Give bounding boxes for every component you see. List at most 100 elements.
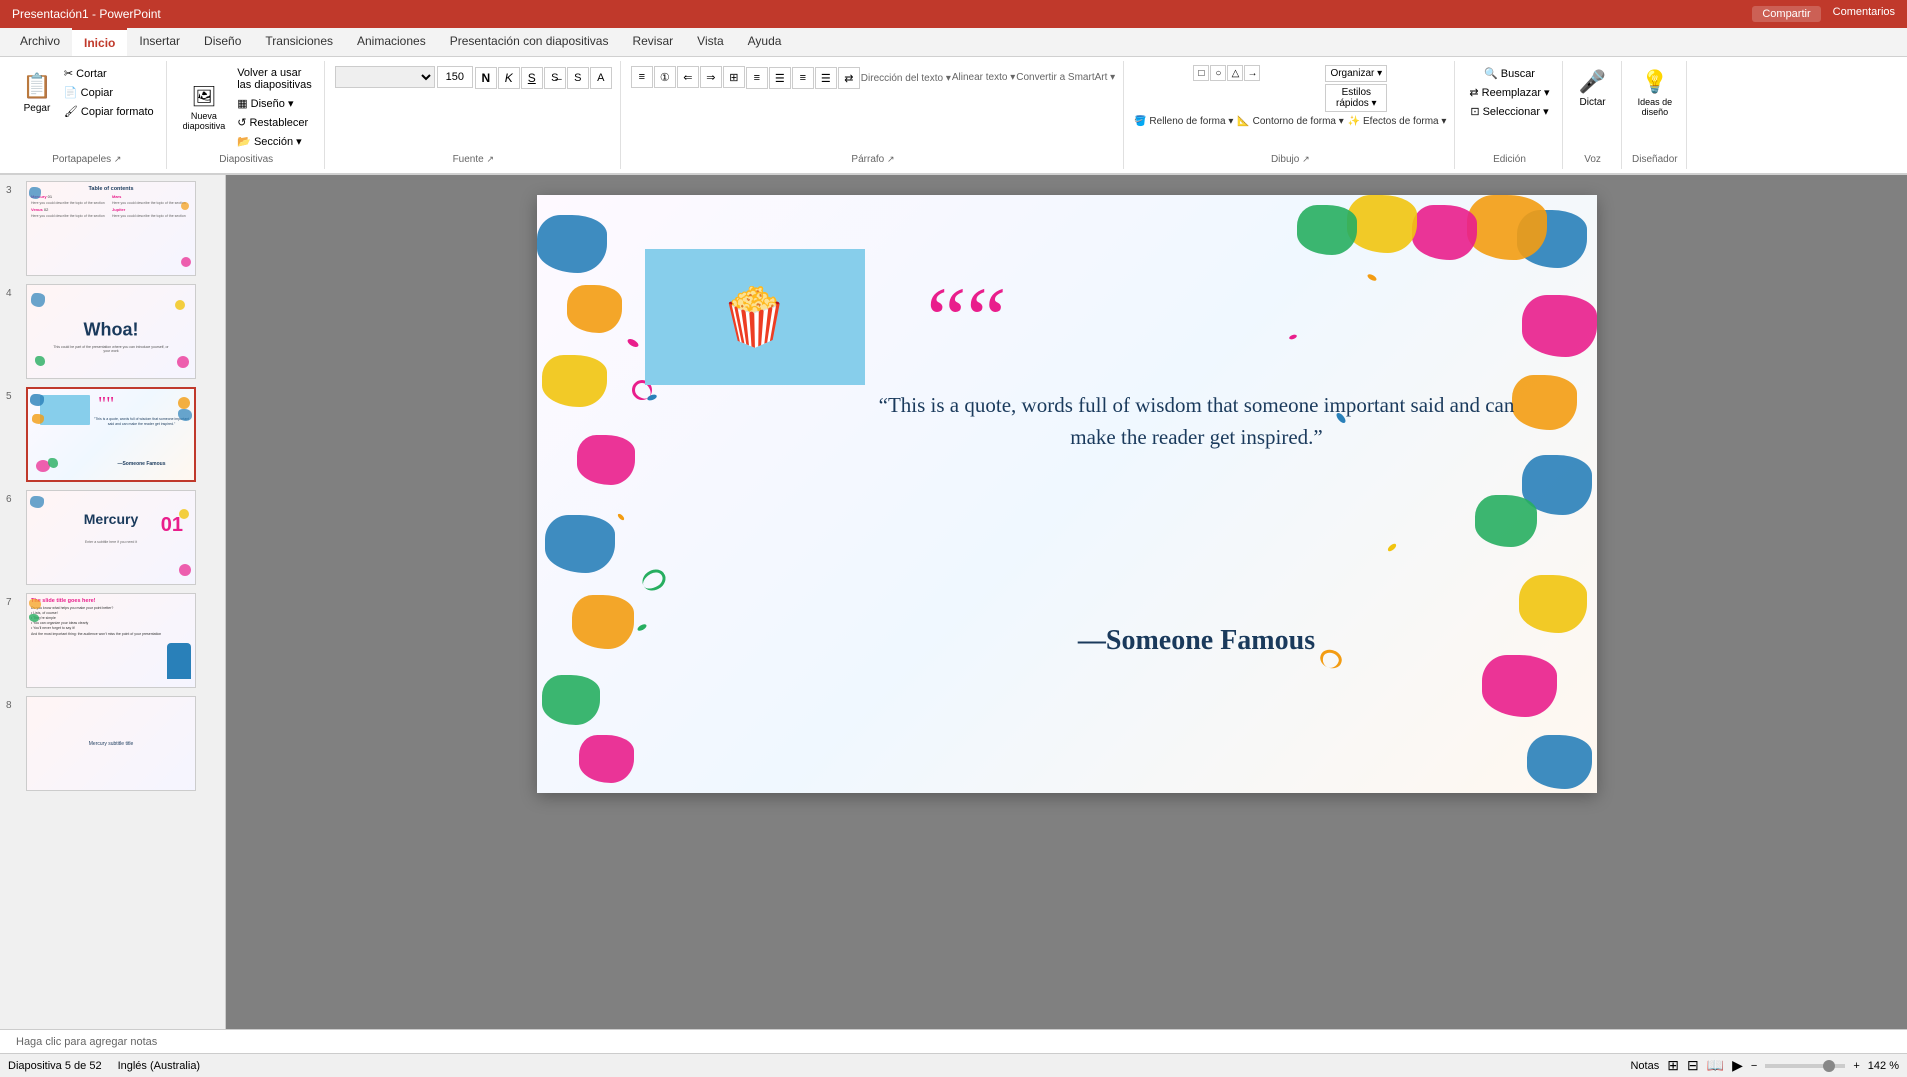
justify-button[interactable]: ☰ [815, 67, 837, 89]
shape-arrow[interactable]: → [1244, 65, 1260, 81]
italic-button[interactable]: K [498, 67, 520, 89]
comments-button[interactable]: Comentarios [1833, 6, 1895, 22]
contorno-forma-label[interactable]: 📐 Contorno de forma ▾ [1237, 116, 1343, 127]
language-info: Inglés (Australia) [118, 1060, 201, 1072]
estilos-rapidos-button[interactable]: Estilosrápidos ▾ [1325, 84, 1387, 112]
tab-inicio[interactable]: Inicio [72, 28, 127, 56]
portapapeles-label: Portapapeles ↗ [52, 152, 121, 165]
copy-format-button[interactable]: 🖌 Copiar formato [60, 103, 158, 120]
tab-diseno[interactable]: Diseño [192, 28, 253, 56]
organizar-button[interactable]: Organizar ▾ [1325, 65, 1387, 82]
tab-revisar[interactable]: Revisar [620, 28, 685, 56]
tab-archivo[interactable]: Archivo [8, 28, 72, 56]
quote-image: 🍿 [645, 249, 865, 385]
share-button[interactable]: Compartir [1752, 6, 1820, 22]
buscar-button[interactable]: 🔍 Buscar [1480, 65, 1539, 82]
group-disenador: 💡 Ideas dediseño Diseñador [1624, 61, 1688, 169]
status-bar: Diapositiva 5 de 52 Inglés (Australia) N… [0, 1053, 1907, 1077]
reemplazar-button[interactable]: ⇄ Reemplazar ▾ [1465, 84, 1553, 101]
group-parrafo: ≡ ① ⇐ ⇒ ⊞ ≡ ☰ ≡ ☰ ⇄ Dirección del texto … [623, 61, 1124, 169]
tab-ayuda[interactable]: Ayuda [736, 28, 794, 56]
align-right-button[interactable]: ≡ [792, 67, 814, 89]
slide-img-3: Table of contents Mercury 01 Mars Here y… [26, 181, 196, 276]
underline-button[interactable]: S [521, 67, 543, 89]
slide-num-5: 5 [6, 387, 22, 402]
font-size-input[interactable] [437, 66, 473, 88]
align-left-button[interactable]: ≡ [746, 67, 768, 89]
dictar-button[interactable]: 🎤 Dictar [1573, 65, 1613, 112]
group-dibujo: □ ○ △ → Organizar ▾ Estilosrápidos ▾ 🪣 R… [1126, 61, 1455, 169]
zoom-out-button[interactable]: − [1751, 1060, 1757, 1072]
font-family-select[interactable] [335, 66, 435, 88]
reading-view-button[interactable]: 📖 [1707, 1057, 1724, 1074]
slide-panel: 3 Table of contents Mercury 01 Mars Here… [0, 175, 226, 1029]
align-center-button[interactable]: ☰ [769, 67, 791, 89]
slide-thumbnail-5[interactable]: 5 "" "This is a quote, words full of wis… [4, 385, 221, 484]
decrease-indent-button[interactable]: ⇐ [677, 66, 699, 88]
slide-thumbnail-6[interactable]: 6 Mercury 01 Enter a subtitle here if yo… [4, 488, 221, 587]
new-slide-button[interactable]: 🖼 Nuevadiapositiva [177, 80, 232, 135]
shape-circle[interactable]: ○ [1210, 65, 1226, 81]
quote-text: “This is a quote, words full of wisdom t… [877, 390, 1517, 453]
seleccionar-button[interactable]: ⊡ Seleccionar ▾ [1466, 103, 1552, 120]
quote-author: —Someone Famous [877, 625, 1517, 657]
slide-num-3: 3 [6, 181, 22, 196]
slide-thumbnail-7[interactable]: 7 The slide title goes here! Do you know… [4, 591, 221, 690]
shape-rect[interactable]: □ [1193, 65, 1209, 81]
paste-button[interactable]: 📋 Pegar [16, 68, 58, 118]
strikethrough-button[interactable]: S̶ [544, 67, 566, 89]
tab-transiciones[interactable]: Transiciones [253, 28, 345, 56]
slide-img-8: Mercury subtitle title [26, 696, 196, 791]
group-voz: 🎤 Dictar Voz [1565, 61, 1622, 169]
reuse-slides-button[interactable]: Volver a usarlas diapositivas [233, 65, 316, 93]
zoom-slider[interactable] [1765, 1064, 1845, 1068]
voz-label: Voz [1584, 152, 1601, 165]
reset-button[interactable]: ↺ Restablecer [233, 114, 316, 131]
numbering-button[interactable]: ① [654, 66, 676, 88]
design-ideas-button[interactable]: 💡 Ideas dediseño [1632, 65, 1679, 121]
slide-thumbnail-4[interactable]: 4 Whoa! This could be part of the presen… [4, 282, 221, 381]
cut-button[interactable]: ✂ Cortar [60, 65, 158, 82]
tab-presentacion[interactable]: Presentación con diapositivas [438, 28, 621, 56]
group-edicion: 🔍 Buscar ⇄ Reemplazar ▾ ⊡ Seleccionar ▾ … [1457, 61, 1562, 169]
diapositivas-label: Diapositivas [219, 152, 273, 165]
font-color-button[interactable]: A [590, 67, 612, 89]
tab-vista[interactable]: Vista [685, 28, 735, 56]
title-bar: Presentación1 - PowerPoint Compartir Com… [0, 0, 1907, 28]
slide-sorter-button[interactable]: ⊟ [1687, 1057, 1699, 1074]
slideshow-button[interactable]: ▶ [1732, 1057, 1743, 1074]
tab-insertar[interactable]: Insertar [127, 28, 192, 56]
zoom-in-button[interactable]: + [1853, 1060, 1859, 1072]
notes-view-button[interactable]: Notas [1630, 1060, 1659, 1072]
shadow-button[interactable]: S [567, 67, 589, 89]
efectos-forma-label[interactable]: ✨ Efectos de forma ▾ [1348, 116, 1447, 127]
relleno-forma-label[interactable]: 🪣 Relleno de forma ▾ [1134, 116, 1233, 127]
bullets-button[interactable]: ≡ [631, 66, 653, 88]
quote-marks: ““ [927, 275, 1007, 365]
normal-view-button[interactable]: ⊞ [1667, 1057, 1679, 1074]
slide-thumbnail-3[interactable]: 3 Table of contents Mercury 01 Mars Here… [4, 179, 221, 278]
edicion-label: Edición [1493, 152, 1526, 165]
dibujo-label: Dibujo ↗ [1271, 152, 1310, 165]
fuente-label: Fuente ↗ [453, 152, 494, 165]
increase-indent-button[interactable]: ⇒ [700, 66, 722, 88]
group-diapositivas: 🖼 Nuevadiapositiva Volver a usarlas diap… [169, 61, 325, 169]
slide-thumbnail-8[interactable]: 8 Mercury subtitle title [4, 694, 221, 793]
slide-num-6: 6 [6, 490, 22, 505]
slide-num-4: 4 [6, 284, 22, 299]
shape-triangle[interactable]: △ [1227, 65, 1243, 81]
notes-placeholder: Haga clic para agregar notas [16, 1036, 157, 1048]
copy-button[interactable]: 📄 Copiar [60, 84, 158, 101]
canvas-scroll-area: 🍿 ““ “This is a quote, words full of wis… [226, 175, 1907, 1029]
slide-canvas-wrapper: 🍿 ““ “This is a quote, words full of wis… [537, 195, 1597, 793]
tab-animaciones[interactable]: Animaciones [345, 28, 438, 56]
bold-button[interactable]: N [475, 67, 497, 89]
disenador-label: Diseñador [1632, 152, 1678, 165]
layout-button[interactable]: ▦ Diseño ▾ [233, 95, 316, 112]
section-button[interactable]: 📂 Sección ▾ [233, 133, 316, 150]
slide-info: Diapositiva 5 de 52 [8, 1060, 102, 1072]
columns-button[interactable]: ⊞ [723, 66, 745, 88]
slide-canvas[interactable]: 🍿 ““ “This is a quote, words full of wis… [537, 195, 1597, 793]
notes-bar[interactable]: Haga clic para agregar notas [0, 1029, 1907, 1053]
smartart-button[interactable]: ⇄ [838, 67, 860, 89]
